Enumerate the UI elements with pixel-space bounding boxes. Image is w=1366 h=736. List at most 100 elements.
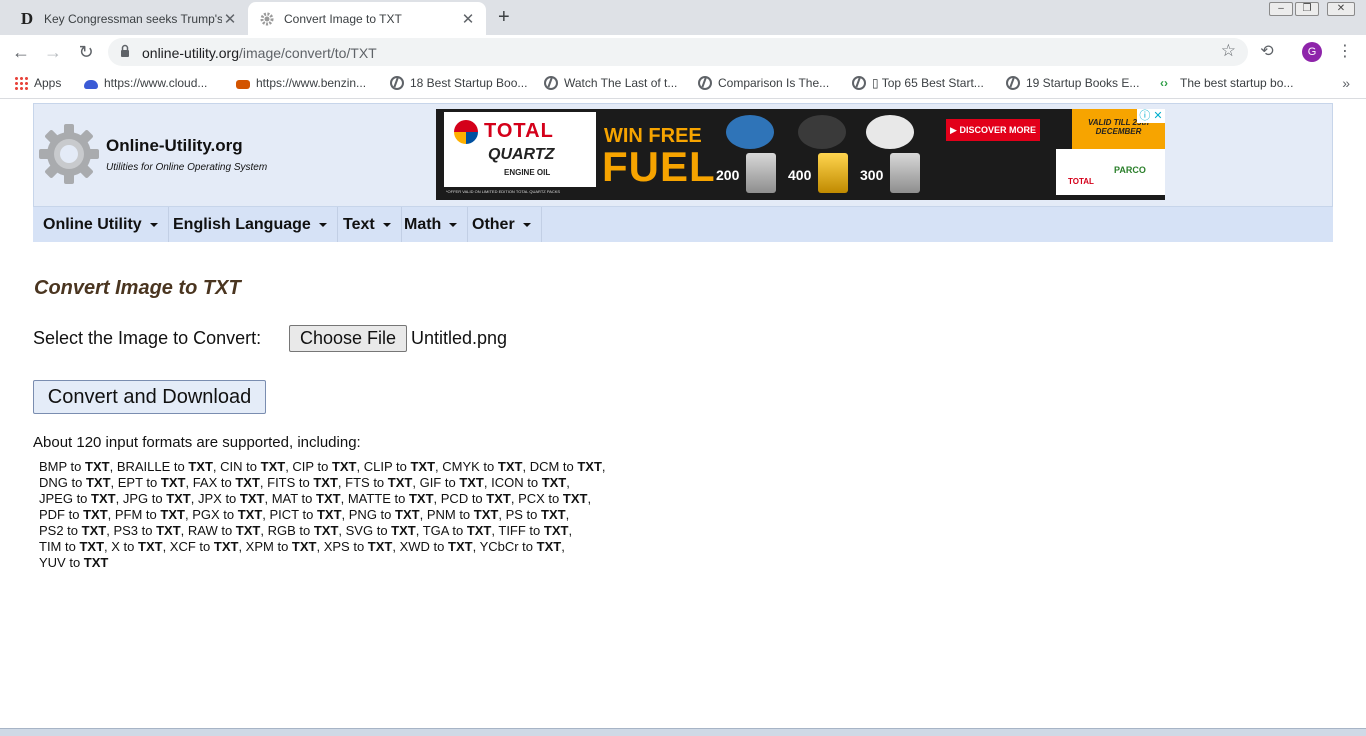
- format-item: TGA to TXT,: [422, 523, 499, 538]
- tab-convert-image[interactable]: Convert Image to TXT ✕: [248, 2, 486, 35]
- formats-line: TIM to TXT, X to TXT, XCF to TXT, XPM to…: [39, 539, 679, 555]
- format-item: X to TXT,: [111, 539, 170, 554]
- profile-avatar[interactable]: G: [1302, 42, 1322, 62]
- apps-grid-icon: [14, 76, 28, 90]
- ad-brand: TOTAL: [484, 120, 554, 142]
- format-item: XCF to TXT,: [169, 539, 246, 554]
- formats-list: BMP to TXT, BRAILLE to TXT, CIN to TXT, …: [39, 459, 679, 571]
- page-title: Convert Image to TXT: [34, 277, 241, 299]
- bookmark-best-startup[interactable]: ‹› The best startup bo...: [1160, 76, 1293, 90]
- format-item: XWD to TXT,: [399, 539, 480, 554]
- bookmark-comparison[interactable]: Comparison Is The...: [698, 76, 829, 90]
- forward-arrow-icon[interactable]: →: [42, 41, 64, 63]
- caret-down-icon: [149, 222, 158, 227]
- ad-headline: FUEL: [602, 143, 716, 190]
- format-item: PNG to TXT,: [348, 507, 427, 522]
- site-tagline: Utilities for Online Operating System: [106, 162, 268, 173]
- bookmark-cloud[interactable]: https://www.cloud...: [84, 76, 207, 90]
- format-item: PGX to TXT,: [192, 507, 270, 522]
- bookmarks-bar: Apps https://www.cloud... https://www.be…: [0, 69, 1366, 99]
- bookmark-startup-books-19[interactable]: 19 Startup Books E...: [1006, 76, 1139, 90]
- bookmark-label: Watch The Last of t...: [564, 76, 678, 90]
- close-tab-icon[interactable]: ✕: [222, 10, 238, 28]
- select-image-label: Select the Image to Convert:: [33, 328, 262, 348]
- ad-partners: TOTAL PARCO: [1056, 149, 1165, 195]
- close-window-icon[interactable]: ✕: [1327, 2, 1355, 16]
- format-item: PNM to TXT,: [426, 507, 506, 522]
- nav-text[interactable]: Text: [333, 207, 402, 242]
- ad-fuel-value: 300: [860, 167, 884, 183]
- bookmark-label: The best startup bo...: [1180, 76, 1294, 90]
- bookmark-startup-books-18[interactable]: 18 Best Startup Boo...: [390, 76, 527, 90]
- format-item: TIM to TXT,: [39, 539, 112, 554]
- minimize-window-icon[interactable]: –: [1269, 2, 1293, 16]
- gear-favicon-icon: [258, 10, 276, 28]
- convert-and-download-button[interactable]: Convert and Download: [33, 380, 266, 414]
- close-tab-icon[interactable]: ✕: [460, 10, 476, 28]
- caret-down-icon: [382, 222, 391, 227]
- back-arrow-icon[interactable]: ←: [10, 41, 32, 63]
- choose-file-button[interactable]: Choose File: [289, 325, 407, 352]
- nav-english-language[interactable]: English Language: [163, 207, 338, 242]
- bookmark-label: https://www.benzin...: [256, 76, 367, 90]
- code-icon: ‹›: [1160, 76, 1168, 90]
- bookmark-label: ▯ Top 65 Best Start...: [872, 76, 984, 90]
- history-icon[interactable]: ⟲: [1256, 41, 1278, 63]
- menu-kebab-icon[interactable]: ⋮: [1334, 41, 1356, 63]
- bookmark-top-65[interactable]: ▯ Top 65 Best Start...: [852, 76, 984, 90]
- more-bookmarks-chevron-icon[interactable]: »: [1342, 75, 1350, 91]
- ad-close-icon[interactable]: ⓘ ✕: [1137, 109, 1165, 123]
- bookmark-last-of-us[interactable]: Watch The Last of t...: [544, 76, 677, 90]
- format-item: YUV to TXT: [39, 555, 109, 570]
- formats-line: JPEG to TXT, JPG to TXT, JPX to TXT, MAT…: [39, 491, 679, 507]
- format-item: PS to TXT,: [505, 507, 570, 522]
- ad-banner[interactable]: TOTAL QUARTZ ENGINE OIL WIN FREE FUEL 20…: [436, 109, 1165, 200]
- restore-window-icon[interactable]: ❐: [1295, 2, 1319, 16]
- ad-product-sub: ENGINE OIL: [504, 168, 551, 177]
- ad-product: QUARTZ: [488, 146, 555, 163]
- new-tab-button[interactable]: +: [498, 6, 510, 29]
- url-path: /image/convert/to/TXT: [239, 45, 377, 61]
- nav-label: English Language: [173, 216, 311, 233]
- cloud-icon: [84, 80, 98, 89]
- bookmark-label: Comparison Is The...: [718, 76, 830, 90]
- format-item: PS3 to TXT,: [113, 523, 188, 538]
- lock-icon: [121, 44, 129, 57]
- bookmark-star-icon[interactable]: ☆: [1221, 41, 1236, 61]
- format-item: PCX to TXT,: [518, 491, 592, 506]
- format-item: DNG to TXT,: [39, 475, 118, 490]
- format-item: PCD to TXT,: [440, 491, 519, 506]
- bookmark-apps[interactable]: Apps: [14, 76, 61, 90]
- format-item: PDF to TXT,: [39, 507, 115, 522]
- selected-file-name: Untitled.png: [411, 328, 508, 348]
- format-item: JPG to TXT,: [122, 491, 198, 506]
- bookmark-label: 19 Startup Books E...: [1026, 76, 1140, 90]
- site-title[interactable]: Online-Utility.org: [106, 136, 243, 156]
- formats-line: PDF to TXT, PFM to TXT, PGX to TXT, PICT…: [39, 507, 679, 523]
- site-nav: Online Utility English Language Text Mat…: [33, 207, 1333, 242]
- ad-discover-more-button[interactable]: ▶ DISCOVER MORE: [946, 119, 1040, 141]
- reload-icon[interactable]: ↻: [75, 41, 97, 63]
- ad-fuel-value: 400: [788, 167, 812, 183]
- format-item: XPM to TXT,: [245, 539, 324, 554]
- format-item: MAT to TXT,: [271, 491, 348, 506]
- format-item: ICON to TXT,: [491, 475, 570, 490]
- oil-can-icon: [890, 153, 920, 193]
- nav-online-utility[interactable]: Online Utility: [33, 207, 169, 242]
- url-host: online-utility.org: [142, 45, 240, 61]
- car-image-icon: [726, 115, 774, 149]
- format-item: CIP to TXT,: [292, 459, 364, 474]
- globe-icon: [698, 76, 712, 90]
- address-bar[interactable]: online-utility.org/image/convert/to/TXT …: [108, 38, 1248, 66]
- nav-label: Text: [343, 216, 375, 233]
- os-taskbar: [0, 728, 1366, 736]
- format-item: BMP to TXT,: [39, 459, 117, 474]
- gear-logo-icon[interactable]: [37, 122, 101, 186]
- bookmark-benzin[interactable]: https://www.benzin...: [236, 76, 366, 90]
- nav-other[interactable]: Other: [462, 207, 542, 242]
- tab-title: Key Congressman seeks Trump's: [44, 11, 222, 26]
- format-item: RGB to TXT,: [267, 523, 346, 538]
- nav-math[interactable]: Math: [394, 207, 469, 242]
- tab-news[interactable]: D Key Congressman seeks Trump's ✕: [8, 2, 248, 35]
- browser-toolbar: ← → ↻ online-utility.org/image/convert/t…: [0, 35, 1366, 69]
